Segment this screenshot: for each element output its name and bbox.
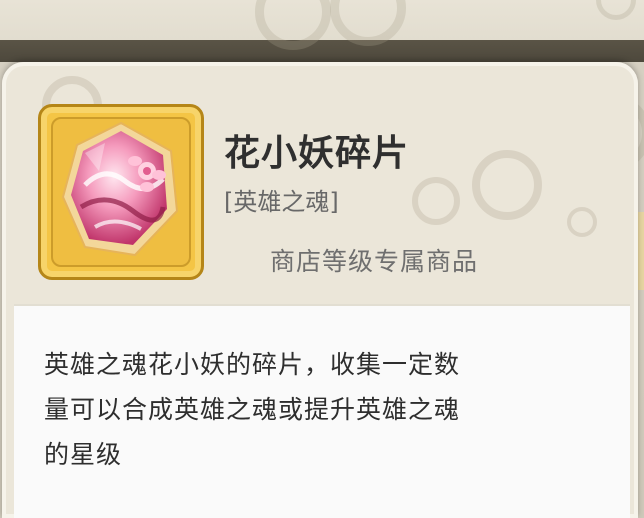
item-name: 花小妖碎片 bbox=[224, 133, 410, 174]
item-icon-frame bbox=[38, 104, 204, 280]
item-tooltip-panel: 花小妖碎片 [英雄之魂] 商店等级专属商品 英雄之魂花小妖的碎片，收集一定数 量… bbox=[2, 62, 638, 518]
swirl-decoration bbox=[412, 177, 460, 225]
swirl-decoration bbox=[330, 0, 406, 46]
swirl-decoration bbox=[567, 207, 597, 237]
swirl-decoration bbox=[472, 150, 542, 220]
shop-level-note: 商店等级专属商品 bbox=[270, 247, 479, 276]
pink-flower-crystal-shard-icon bbox=[61, 121, 179, 257]
description-line: 的星级 bbox=[44, 440, 123, 469]
swirl-decoration bbox=[596, 0, 636, 20]
item-category: [英雄之魂] bbox=[224, 188, 339, 216]
description-box: 英雄之魂花小妖的碎片，收集一定数 量可以合成英雄之魂或提升英雄之魂 的星级 bbox=[14, 304, 630, 518]
description-line: 量可以合成英雄之魂或提升英雄之魂 bbox=[44, 395, 461, 424]
swirl-decoration bbox=[255, 0, 331, 50]
item-description: 英雄之魂花小妖的碎片，收集一定数 量可以合成英雄之魂或提升英雄之魂 的星级 bbox=[44, 342, 600, 477]
description-line: 英雄之魂花小妖的碎片，收集一定数 bbox=[44, 350, 461, 379]
